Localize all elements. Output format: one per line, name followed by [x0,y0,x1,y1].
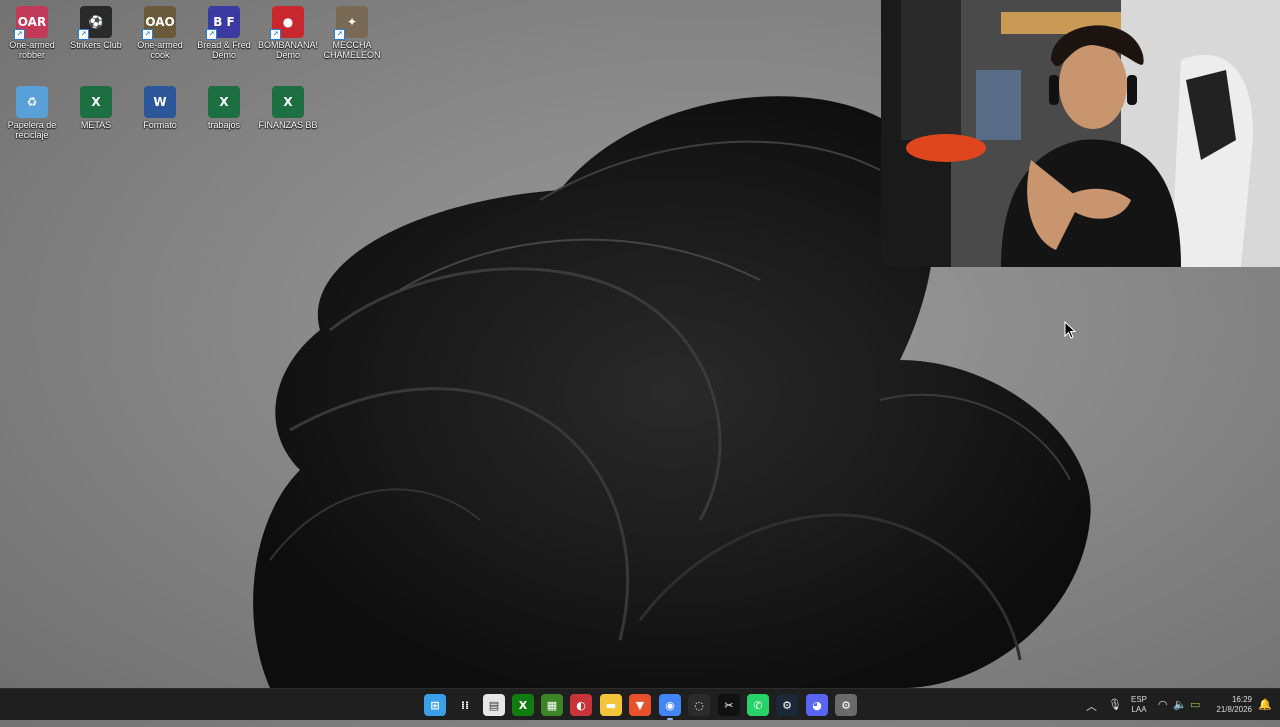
taskbar-obs-button[interactable]: ◌ [688,694,710,716]
clock[interactable]: 16:29 21/8/2026 [1208,695,1252,727]
taskbar-whatsapp-button[interactable]: ✆ [747,694,769,716]
taskbar-file-explorer-button[interactable]: ▬ [600,694,622,716]
minecraft-icon: ▦ [546,698,558,712]
desktop-icon-one-armed-cook[interactable]: OAO ↗ One-armed cook [128,2,192,74]
desktop-icon-label: Strikers Club [70,40,122,50]
desktop-icon-label: Papelera de reciclaje [7,120,57,140]
desktop-icon-finanzas-bb[interactable]: X FINANZAS BB [256,82,320,154]
taskbar-task-view-button[interactable]: ⁞⁞ [454,694,476,716]
taskbar-minecraft-button[interactable]: ▦ [541,694,563,716]
excel-file-icon: X [272,86,304,118]
paint-icon: ◐ [576,698,586,712]
desktop-icon-formato[interactable]: W Formato [128,82,192,154]
word-file-icon: W [144,86,176,118]
volume-icon[interactable]: 🔈 [1173,698,1187,711]
taskbar-steam-button[interactable]: ⚙ [776,694,798,716]
taskbar: ⊞ ⁞⁞ ▤ X ▦ ◐ ▬ ▼ ◉ ◌ ✂ ✆ ⚙ ◕ ⚙ ︿ 🎙 ESP L… [0,688,1280,720]
meccha-chameleon-icon: ✦ ↗ [334,6,368,40]
language-code: ESP [1130,695,1147,704]
settings-gear-icon: ⚙ [841,698,851,712]
taskbar-chrome-button[interactable]: ◉ [659,694,681,720]
taskbar-paint-button[interactable]: ◐ [570,694,592,716]
whatsapp-icon: ✆ [753,698,763,712]
windows-logo-icon: ⊞ [430,698,440,712]
excel-file-icon: X [208,86,240,118]
desktop-icon-metas[interactable]: X METAS [64,82,128,154]
desktop-icon-label: Formato [143,120,177,130]
notification-bell-icon[interactable]: 🔔 [1258,698,1272,711]
language-indicator[interactable]: ESP LAA [1128,695,1150,727]
keyboard-layout: LAA [1131,705,1147,714]
chrome-icon: ◉ [665,698,675,712]
capcut-icon: ✂ [724,698,734,712]
desktop-icon-label: MECCHA CHAMELEON [323,40,381,60]
desktop-icon-label: One-armed robber [9,40,55,60]
taskbar-settings-button[interactable]: ⚙ [835,694,857,716]
desktop-icon-trabajos[interactable]: X trabajos [192,82,256,154]
one-armed-cook-icon: OAO ↗ [142,6,176,40]
bread-fred-icon: B F ↗ [206,6,240,40]
clock-time: 16:29 [1231,695,1252,704]
desktop-icon-label: BOMBANANA! Demo [257,40,318,60]
folder-icon: ▬ [605,698,617,712]
taskbar-capcut-button[interactable]: ✂ [718,694,740,716]
microphone-icon[interactable]: 🎙 [1108,698,1122,711]
steam-icon: ⚙ [782,698,792,712]
xbox-icon: X [518,698,528,712]
brave-icon: ▼ [635,698,645,712]
obs-icon: ◌ [694,698,704,712]
store-icon: ▤ [488,698,500,712]
discord-icon: ◕ [812,698,822,712]
desktop-icon-label: FINANZAS BB [258,120,318,130]
battery-icon[interactable]: ▭ [1190,698,1200,711]
taskbar-xbox-button[interactable]: X [512,694,534,716]
desktop-icon-label: One-armed cook [137,40,183,60]
taskbar-store-button[interactable]: ▤ [483,694,505,716]
desktop-icon-recycle-bin[interactable]: ♻ Papelera de reciclaje [0,82,64,154]
desktop-icon-one-armed-robber[interactable]: OAR ↗ One-armed robber [0,2,64,74]
task-view-icon: ⁞⁞ [460,698,470,712]
webcam-scene [881,0,1280,267]
recycle-bin-icon: ♻ [16,86,48,118]
strikers-club-icon: ⚽ ↗ [78,6,112,40]
desktop-icon-meccha-chameleon[interactable]: ✦ ↗ MECCHA CHAMELEON [320,2,384,74]
webcam-overlay [881,0,1280,267]
desktop-icon-strikers-club[interactable]: ⚽ ↗ Strikers Club [64,2,128,74]
taskbar-discord-button[interactable]: ◕ [806,694,828,716]
desktop-icon-label: METAS [80,120,112,130]
one-armed-robber-icon: OAR ↗ [14,6,48,40]
chevron-up-icon[interactable]: ︿ [1086,698,1097,714]
mouse-cursor-icon [1064,321,1076,339]
taskbar-start-button[interactable]: ⊞ [424,694,446,716]
desktop-icon-label: trabajos [207,120,241,130]
excel-file-icon: X [80,86,112,118]
wifi-icon[interactable]: ◠ [1158,698,1168,711]
desktop-icon-bombanana-demo[interactable]: ● ↗ BOMBANANA! Demo [256,2,320,74]
desktop-icon-bread-fred-demo[interactable]: B F ↗ Bread & Fred Demo [192,2,256,74]
clock-date: 21/8/2026 [1216,705,1252,714]
taskbar-brave-button[interactable]: ▼ [629,694,651,716]
desktop-icon-label: Bread & Fred Demo [197,40,251,60]
bombanana-icon: ● ↗ [270,6,304,40]
